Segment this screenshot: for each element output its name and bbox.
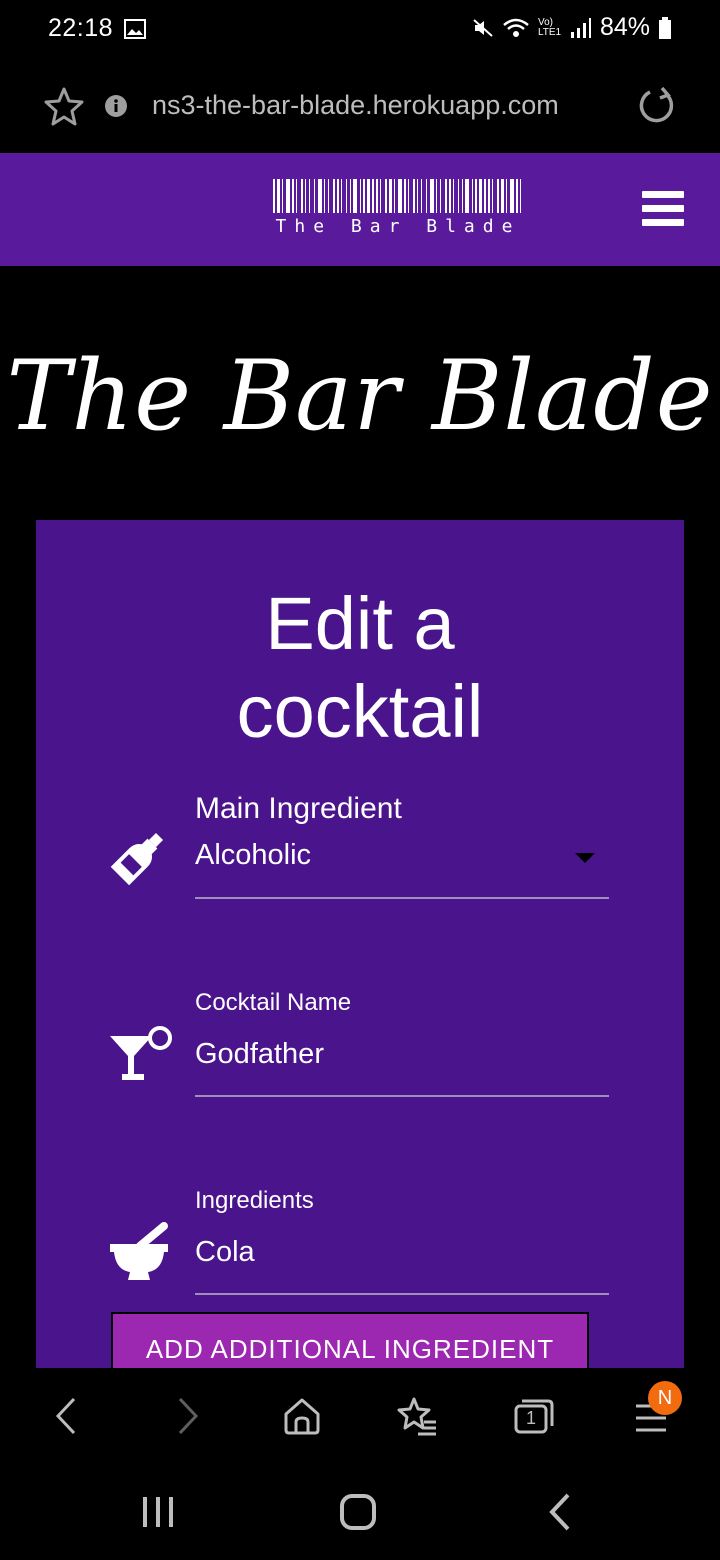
forward-arrow-icon[interactable] xyxy=(172,1396,202,1436)
page-hero-title: The Bar Blade xyxy=(6,340,714,452)
cocktail-name-underline xyxy=(195,1095,609,1097)
tabs-count: 1 xyxy=(525,1408,536,1428)
battery-icon xyxy=(659,16,671,39)
bookmarks-icon[interactable] xyxy=(396,1396,438,1438)
form-title: Edit a cocktail xyxy=(36,580,684,756)
recent-apps-icon[interactable] xyxy=(140,1494,176,1530)
home-icon[interactable] xyxy=(282,1396,322,1436)
mute-icon xyxy=(473,18,493,37)
main-ingredient-underline xyxy=(195,897,609,899)
back-arrow-icon[interactable] xyxy=(52,1396,82,1436)
form-title-line-1: Edit a xyxy=(265,582,455,665)
ingredients-label: Ingredients xyxy=(195,1187,314,1214)
main-ingredient-select[interactable]: Alcoholic xyxy=(195,839,311,872)
cocktail-name-input[interactable]: Godfather xyxy=(195,1038,324,1071)
ingredient-input[interactable]: Cola xyxy=(195,1236,255,1269)
battery-percent: 84% xyxy=(599,13,650,41)
dropdown-caret-icon[interactable] xyxy=(575,853,595,863)
main-ingredient-label: Main Ingredient xyxy=(195,792,402,825)
barcode-icon xyxy=(273,179,521,213)
browser-bottom-toolbar xyxy=(0,1368,720,1464)
wifi-icon xyxy=(503,18,529,37)
gallery-notification-icon xyxy=(124,19,146,39)
status-time: 22:18 xyxy=(48,14,114,42)
system-back-icon[interactable] xyxy=(546,1492,574,1532)
tabs-icon[interactable]: 1 xyxy=(512,1396,556,1436)
reload-icon[interactable] xyxy=(636,86,676,126)
wine-bottle-icon xyxy=(110,832,164,886)
brand-logo[interactable]: The Bar Blade xyxy=(273,179,523,237)
cocktail-glass-icon xyxy=(110,1026,172,1080)
signal-icon xyxy=(570,17,591,38)
bookmark-star-icon[interactable] xyxy=(44,86,84,126)
url-text[interactable]: ns3-the-bar-blade.herokuapp.com xyxy=(152,90,559,121)
menu-notification-badge: N xyxy=(648,1381,682,1415)
brand-text: The Bar Blade xyxy=(275,216,521,237)
cocktail-name-label: Cocktail Name xyxy=(195,989,352,1016)
network-label: Vo) LTE1 xyxy=(537,16,562,38)
status-bar: 22:18 Vo) LTE1 84% xyxy=(0,0,720,60)
site-info-icon[interactable] xyxy=(105,95,127,117)
ingredient-underline xyxy=(195,1293,609,1295)
hamburger-menu-icon[interactable] xyxy=(642,191,684,229)
form-title-line-2: cocktail xyxy=(236,670,484,753)
mortar-pestle-icon xyxy=(110,1222,168,1280)
system-home-icon[interactable] xyxy=(339,1493,377,1531)
status-icons: Vo) LTE1 84% xyxy=(472,13,672,42)
